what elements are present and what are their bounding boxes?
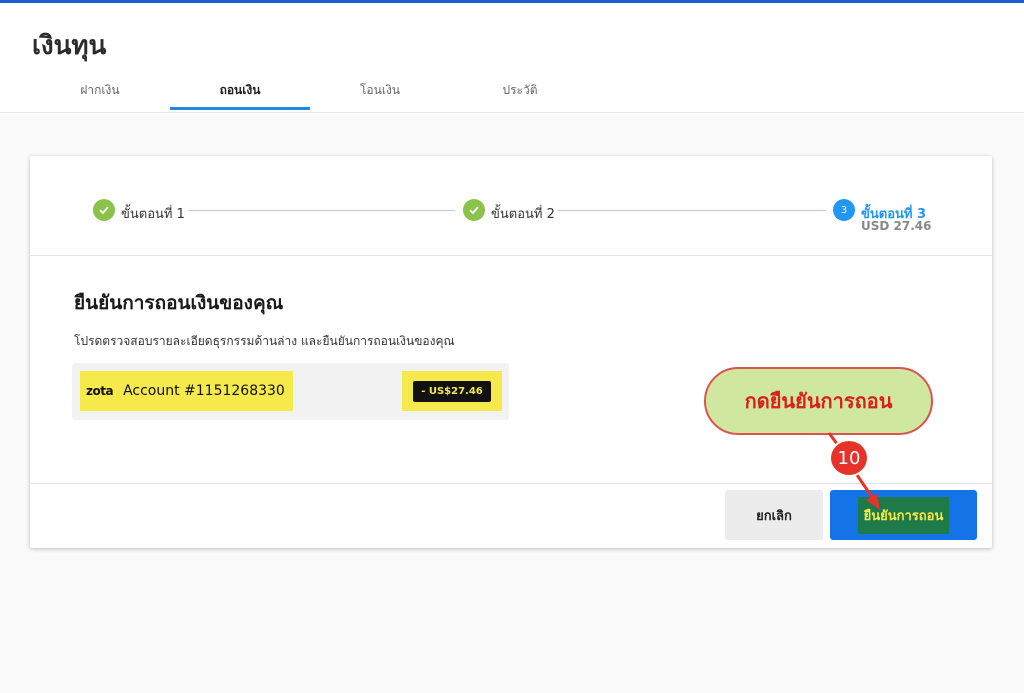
confirm-description: โปรดตรวจสอบรายละเอียดธุรกรรมด้านล่าง และ…: [74, 334, 455, 348]
step-3-number: 3: [833, 199, 855, 221]
active-tab-indicator: [170, 107, 310, 110]
step-2-label: ขั้นตอนที่ 2: [491, 207, 555, 222]
withdraw-card: ขั้นตอนที่ 1 ขั้นตอนที่ 2 3 ขั้นตอนที่ 3…: [30, 156, 992, 548]
confirm-withdraw-button[interactable]: ยืนยันการถอน: [830, 490, 977, 540]
check-icon: [93, 199, 115, 221]
footer-divider: [30, 483, 992, 484]
step-connector: [558, 210, 826, 211]
account-summary: zota Account #1151268330 - US$27.46: [72, 363, 509, 420]
page-header: เงินทุน ฝากเงิน ถอนเงิน โอนเงิน ประวัติ: [0, 3, 1024, 113]
step-connector: [188, 210, 455, 211]
page-title: เงินทุน: [32, 31, 107, 61]
step-1-label: ขั้นตอนที่ 1: [121, 207, 185, 222]
confirm-title: ยืนยันการถอนเงินของคุณ: [74, 292, 284, 314]
tab-transfer[interactable]: โอนเงิน: [310, 81, 450, 112]
tab-deposit[interactable]: ฝากเงิน: [30, 81, 170, 112]
account-number: Account #1151268330: [123, 383, 285, 399]
amount-highlight: - US$27.46: [402, 371, 502, 411]
step-number-badge: 10: [829, 439, 869, 477]
check-icon: [463, 199, 485, 221]
stepper: ขั้นตอนที่ 1 ขั้นตอนที่ 2 3 ขั้นตอนที่ 3…: [30, 156, 992, 256]
zota-logo: zota: [86, 384, 114, 398]
annotation-callout: กดยืนยันการถอน: [704, 367, 933, 435]
amount-badge: - US$27.46: [413, 380, 491, 402]
tab-history[interactable]: ประวัติ: [450, 81, 590, 112]
cancel-button[interactable]: ยกเลิก: [725, 490, 823, 540]
account-highlight: zota Account #1151268330: [80, 371, 293, 411]
step-3-amount: USD 27.46: [861, 219, 932, 233]
confirm-withdraw-label: ยืนยันการถอน: [857, 496, 950, 534]
